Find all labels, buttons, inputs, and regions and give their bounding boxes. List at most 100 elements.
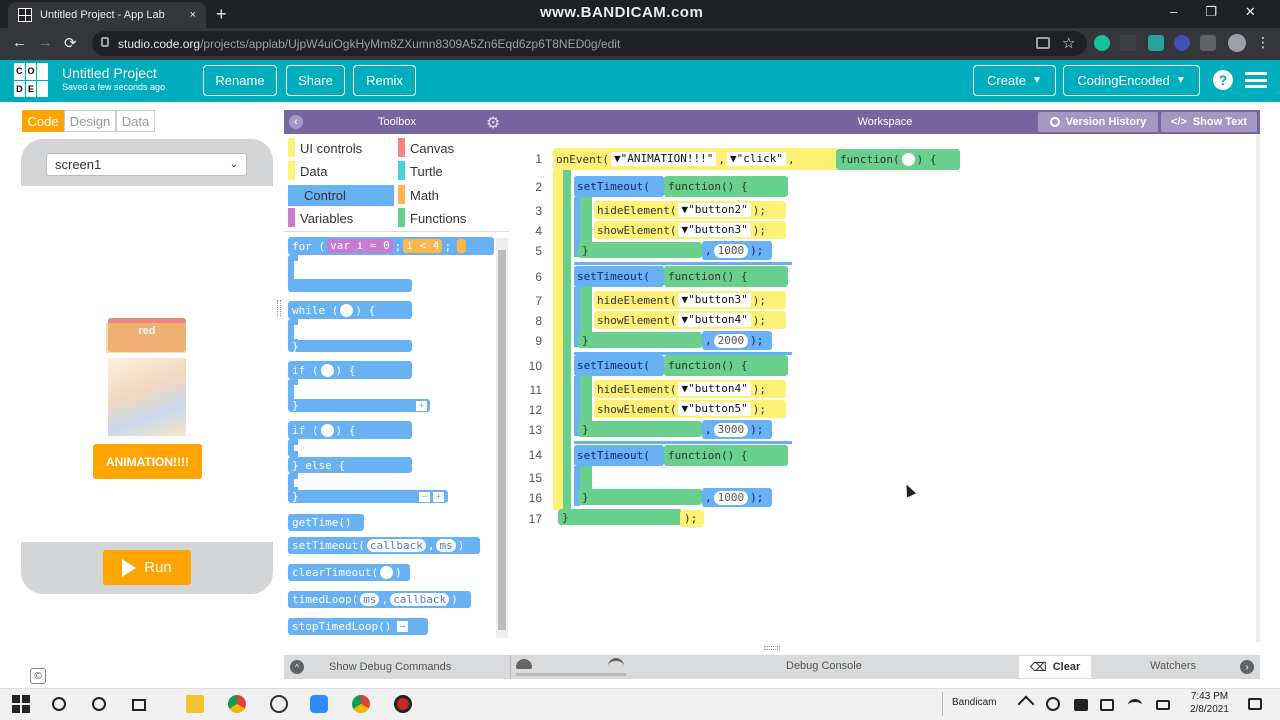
debug-commands-toggle[interactable]: Show Debug Commands <box>284 655 509 679</box>
profile-avatar[interactable] <box>1228 34 1246 52</box>
element-dropdown[interactable]: ▼"button3" <box>678 293 751 307</box>
task-view-icon[interactable] <box>132 699 146 711</box>
battery-icon[interactable] <box>1156 700 1170 710</box>
watchers-tab[interactable]: Watchers <box>1150 660 1196 672</box>
element-dropdown[interactable]: ▼"button2" <box>678 203 751 217</box>
hamburger-menu-icon[interactable] <box>1245 72 1267 88</box>
show-text-button[interactable]: </> Show Text <box>1161 112 1257 132</box>
console-resize-handle[interactable] <box>764 646 780 650</box>
extension-arrow-icon[interactable] <box>1120 35 1136 51</box>
eye-slash-icon[interactable] <box>1036 37 1050 49</box>
network-blocked-icon[interactable] <box>1046 697 1060 711</box>
set-timeout-block[interactable]: setTimeout(callback, ms) <box>288 537 480 554</box>
clock-app-icon[interactable] <box>270 695 288 713</box>
minimize-button[interactable]: – <box>1170 4 1177 20</box>
close-window-button[interactable]: ✕ <box>1245 4 1256 20</box>
tab-data[interactable]: Data <box>116 110 155 132</box>
timeout-delay[interactable]: , 3000); <box>702 420 772 439</box>
palette-scroll-thumb[interactable] <box>498 250 506 630</box>
category-functions[interactable]: Functions <box>394 208 504 229</box>
star-icon[interactable]: ☆ <box>1062 34 1075 52</box>
set-timeout-block[interactable]: setTimeout( <box>574 266 664 287</box>
element-dropdown[interactable]: ▼"button3" <box>678 223 751 237</box>
minus-icon[interactable]: – <box>419 491 430 502</box>
element-dropdown[interactable]: ▼"button4" <box>678 382 751 396</box>
chevron-up-icon[interactable]: ^ <box>290 660 304 674</box>
bandicam-record-icon[interactable] <box>394 695 412 713</box>
show-element-block[interactable]: showElement(▼"button5"); <box>594 400 786 418</box>
watchers-chevron-icon[interactable]: › <box>1240 660 1254 674</box>
timeout-function-block[interactable]: function() { <box>664 266 788 287</box>
plus-icon[interactable]: + <box>433 491 444 502</box>
timeout-function-block[interactable]: function() { <box>664 445 788 466</box>
extension-teal-icon[interactable] <box>1148 35 1164 51</box>
wifi-icon[interactable] <box>1128 699 1142 711</box>
hide-element-block[interactable]: hideElement(▼"button4"); <box>594 380 786 398</box>
timeout-delay[interactable]: , 1000); <box>702 241 772 260</box>
browser-tab[interactable]: Untitled Project - App Lab × <box>8 2 206 28</box>
grammarly-icon[interactable] <box>1094 35 1110 51</box>
category-control[interactable]: Control <box>288 185 394 206</box>
clear-timeout-block[interactable]: clearTimeout() <box>288 564 410 581</box>
project-title[interactable]: Untitled Project <box>62 65 157 81</box>
empty-statement-slot[interactable] <box>592 472 618 486</box>
tray-app-label[interactable]: Bandicam <box>952 697 996 708</box>
clear-button[interactable]: ⌫ Clear <box>1019 656 1091 678</box>
if-else-block[interactable]: if () { <box>288 421 412 439</box>
event-type-dropdown[interactable]: ▼"click" <box>726 152 786 166</box>
browser-menu-icon[interactable]: ⋮ <box>1256 34 1270 51</box>
code-org-logo[interactable]: C O D E <box>14 63 48 97</box>
tab-design[interactable]: Design <box>64 110 116 132</box>
tab-close-icon[interactable]: × <box>190 9 196 21</box>
on-event-block[interactable]: onEvent( ▼"ANIMATION!!!", ▼"click", <box>553 148 838 170</box>
if-block[interactable]: if () { <box>288 361 412 379</box>
element-dropdown[interactable]: ▼"button4" <box>678 313 751 327</box>
event-function-block[interactable]: function() { <box>836 149 960 170</box>
hide-element-block[interactable]: hideElement(▼"button3"); <box>594 291 786 309</box>
set-timeout-block[interactable]: setTimeout( <box>574 176 664 197</box>
speaker-icon[interactable] <box>1100 699 1114 711</box>
category-turtle[interactable]: Turtle <box>394 161 504 182</box>
help-icon[interactable]: ? <box>1213 70 1233 90</box>
show-element-block[interactable]: showElement(▼"button3"); <box>594 221 786 239</box>
tab-code[interactable]: Code <box>22 110 64 132</box>
event-target-dropdown[interactable]: ▼"ANIMATION!!!" <box>610 152 717 166</box>
share-button[interactable]: Share <box>286 65 345 96</box>
remix-button[interactable]: Remix <box>353 65 416 96</box>
copyright-icon[interactable]: © <box>30 668 46 684</box>
gear-icon[interactable]: ⚙ <box>486 113 500 133</box>
chrome-icon[interactable] <box>228 695 246 713</box>
element-dropdown[interactable]: ▼"button5" <box>678 402 751 416</box>
windows-start-icon[interactable] <box>12 695 30 713</box>
timed-loop-block[interactable]: timedLoop(ms, callback) <box>288 591 471 608</box>
category-ui-controls[interactable]: UI controls <box>284 138 394 159</box>
url-input[interactable]: studio.code.org/projects/applab/UjpW4uiO… <box>92 31 1087 56</box>
extension-blue-icon[interactable] <box>1174 35 1190 51</box>
screen-select[interactable]: screen1 ⌄ <box>46 153 247 176</box>
for-loop-block[interactable]: for ( var i = 0 ; i < 4 ; <box>288 237 494 255</box>
file-explorer-icon[interactable] <box>186 695 204 713</box>
reload-button[interactable]: ⟳ <box>64 34 77 52</box>
hide-element-block[interactable]: hideElement(▼"button2"); <box>594 201 786 219</box>
cortana-icon[interactable] <box>92 697 106 711</box>
plus-icon[interactable]: + <box>416 400 427 411</box>
zoom-icon[interactable] <box>310 695 328 713</box>
category-data[interactable]: Data <box>284 161 394 182</box>
puzzle-icon[interactable] <box>1200 35 1216 51</box>
get-time-block[interactable]: getTime() <box>288 514 364 531</box>
user-dropdown[interactable]: CodingEncoded ▼ <box>1063 65 1200 96</box>
forward-button[interactable]: → <box>38 34 53 51</box>
category-canvas[interactable]: Canvas <box>394 138 504 159</box>
category-variables[interactable]: Variables <box>284 208 394 229</box>
notification-icon[interactable] <box>1248 698 1262 710</box>
stop-timed-loop-block[interactable]: stopTimedLoop() → <box>288 618 428 635</box>
set-timeout-block[interactable]: setTimeout( <box>574 445 664 466</box>
chrome-icon[interactable] <box>352 695 370 713</box>
new-tab-button[interactable]: + <box>216 4 227 25</box>
cloud-icon[interactable] <box>1074 699 1088 711</box>
back-button[interactable]: ← <box>12 34 27 51</box>
speed-slider[interactable] <box>516 673 626 676</box>
version-history-button[interactable]: Version History <box>1038 112 1158 132</box>
animation-button[interactable]: ANIMATION!!!! <box>93 444 202 479</box>
taskbar-clock[interactable]: 7:43 PM 2/8/2021 <box>1190 690 1229 716</box>
